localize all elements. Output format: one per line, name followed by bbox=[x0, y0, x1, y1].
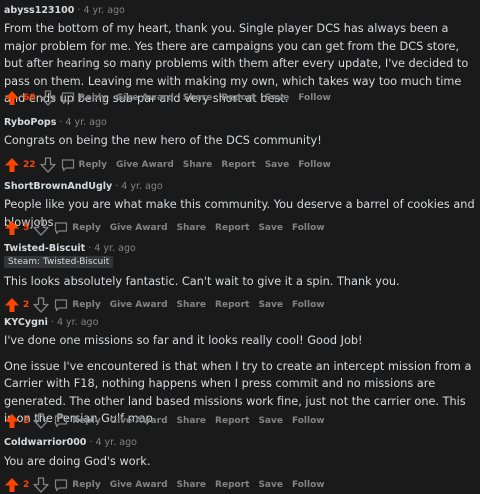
comment-body: Congrats on being the new hero of the DC… bbox=[4, 132, 476, 150]
reply-button[interactable]: Reply bbox=[72, 223, 100, 233]
arrow-up-icon[interactable] bbox=[4, 220, 20, 236]
arrow-up-icon[interactable] bbox=[4, 90, 20, 106]
comment-text: This looks absolutely fantastic. Can't w… bbox=[4, 275, 400, 288]
speech-bubble-icon[interactable] bbox=[54, 221, 68, 235]
follow-button[interactable]: Follow bbox=[292, 480, 325, 490]
comment-meta: ShortBrownAndUgly · 4 yr. ago bbox=[4, 181, 163, 192]
follow-button[interactable]: Follow bbox=[292, 300, 325, 310]
reply-button[interactable]: Reply bbox=[79, 160, 107, 170]
share-button[interactable]: Share bbox=[177, 300, 207, 310]
user-flair: Steam: Twisted-Biscuit bbox=[4, 256, 114, 268]
give-award-button[interactable]: Give Award bbox=[110, 480, 168, 490]
comment-author[interactable]: Twisted-Biscuit bbox=[4, 243, 85, 254]
comment-time[interactable]: 4 yr. ago bbox=[57, 317, 98, 328]
comment-time[interactable]: 4 yr. ago bbox=[83, 5, 124, 16]
comment-text: I've done one missions so far and it loo… bbox=[4, 334, 363, 347]
arrow-down-icon[interactable] bbox=[39, 157, 56, 173]
share-button[interactable]: Share bbox=[177, 223, 207, 233]
comment-author[interactable]: Coldwarrior000 bbox=[4, 437, 86, 448]
speech-bubble-icon[interactable] bbox=[54, 298, 68, 312]
reply-button[interactable]: Reply bbox=[72, 300, 100, 310]
speech-bubble-icon[interactable] bbox=[61, 91, 75, 105]
comment-time[interactable]: 4 yr. ago bbox=[95, 437, 136, 448]
comment-actions: 60 Reply Give Award Share Report Save Fo… bbox=[4, 89, 340, 107]
save-button[interactable]: Save bbox=[258, 223, 283, 233]
vote-score: 5 bbox=[23, 223, 30, 233]
share-button[interactable]: Share bbox=[183, 93, 213, 103]
give-award-button[interactable]: Give Award bbox=[110, 416, 168, 426]
follow-button[interactable]: Follow bbox=[292, 223, 325, 233]
arrow-down-icon[interactable] bbox=[33, 220, 49, 236]
comment-actions: 5 Reply Give Award Share Report Save Fol… bbox=[4, 219, 334, 237]
comment-meta: RyboPops · 4 yr. ago bbox=[4, 117, 107, 128]
comment-actions: 2 Reply Give Award Share Report Save Fol… bbox=[4, 296, 334, 314]
share-button[interactable]: Share bbox=[183, 160, 213, 170]
comment-body: You are doing God's work. bbox=[4, 453, 476, 471]
share-button[interactable]: Share bbox=[177, 416, 207, 426]
comment-meta: KYCygni · 4 yr. ago bbox=[4, 317, 99, 328]
vote-score: 2 bbox=[23, 300, 30, 310]
speech-bubble-icon[interactable] bbox=[61, 158, 75, 172]
follow-button[interactable]: Follow bbox=[292, 416, 325, 426]
save-button[interactable]: Save bbox=[258, 416, 283, 426]
vote-score: 22 bbox=[23, 160, 36, 170]
speech-bubble-icon[interactable] bbox=[54, 478, 68, 492]
vote-score: 2 bbox=[23, 416, 30, 426]
comment-author[interactable]: KYCygni bbox=[4, 317, 48, 328]
follow-button[interactable]: Follow bbox=[298, 93, 331, 103]
comment-text: You are doing God's work. bbox=[4, 455, 151, 468]
report-button[interactable]: Report bbox=[215, 416, 249, 426]
comment-body: This looks absolutely fantastic. Can't w… bbox=[4, 273, 476, 291]
comment-actions: 2 Reply Give Award Share Report Save Fol… bbox=[4, 476, 334, 494]
report-button[interactable]: Report bbox=[221, 93, 255, 103]
save-button[interactable]: Save bbox=[258, 300, 283, 310]
reply-button[interactable]: Reply bbox=[72, 480, 100, 490]
reply-button[interactable]: Reply bbox=[79, 93, 107, 103]
comment-time[interactable]: 4 yr. ago bbox=[121, 181, 162, 192]
vote-score: 2 bbox=[23, 480, 30, 490]
comment-author[interactable]: abyss123100 bbox=[4, 5, 74, 16]
report-button[interactable]: Report bbox=[215, 480, 249, 490]
arrow-down-icon[interactable] bbox=[33, 413, 49, 429]
arrow-down-icon[interactable] bbox=[33, 477, 49, 493]
comment-author[interactable]: ShortBrownAndUgly bbox=[4, 181, 112, 192]
report-button[interactable]: Report bbox=[215, 300, 249, 310]
comment-meta: Coldwarrior000 · 4 yr. ago bbox=[4, 437, 137, 448]
comment-meta: abyss123100 · 4 yr. ago bbox=[4, 5, 125, 16]
arrow-up-icon[interactable] bbox=[4, 413, 20, 429]
comment-actions: 2 Reply Give Award Share Report Save Fol… bbox=[4, 412, 334, 430]
report-button[interactable]: Report bbox=[221, 160, 255, 170]
give-award-button[interactable]: Give Award bbox=[116, 160, 174, 170]
comment-author[interactable]: RyboPops bbox=[4, 117, 56, 128]
comment-actions: 22 Reply Give Award Share Report Save Fo… bbox=[4, 156, 340, 174]
give-award-button[interactable]: Give Award bbox=[110, 300, 168, 310]
comment-time[interactable]: 4 yr. ago bbox=[65, 117, 106, 128]
comment-meta: Twisted-Biscuit · 4 yr. ago bbox=[4, 243, 136, 254]
arrow-up-icon[interactable] bbox=[4, 297, 20, 313]
save-button[interactable]: Save bbox=[265, 160, 290, 170]
save-button[interactable]: Save bbox=[258, 480, 283, 490]
arrow-down-icon[interactable] bbox=[33, 297, 49, 313]
speech-bubble-icon[interactable] bbox=[54, 414, 68, 428]
comment-text: Congrats on being the new hero of the DC… bbox=[4, 134, 322, 147]
give-award-button[interactable]: Give Award bbox=[110, 223, 168, 233]
vote-score: 60 bbox=[23, 93, 36, 103]
share-button[interactable]: Share bbox=[177, 480, 207, 490]
save-button[interactable]: Save bbox=[265, 93, 290, 103]
reply-button[interactable]: Reply bbox=[72, 416, 100, 426]
arrow-up-icon[interactable] bbox=[4, 477, 20, 493]
report-button[interactable]: Report bbox=[215, 223, 249, 233]
follow-button[interactable]: Follow bbox=[298, 160, 331, 170]
give-award-button[interactable]: Give Award bbox=[116, 93, 174, 103]
comment-time[interactable]: 4 yr. ago bbox=[94, 243, 135, 254]
arrow-up-icon[interactable] bbox=[4, 157, 20, 173]
arrow-down-icon[interactable] bbox=[39, 90, 56, 106]
